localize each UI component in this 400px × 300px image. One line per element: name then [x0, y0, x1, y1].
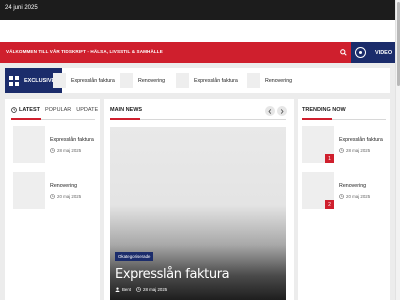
ticker-thumbnail	[120, 73, 133, 88]
trending-panel: TRENDING NOW 1 Expresslån faktura 28 maj…	[298, 99, 390, 300]
current-date: 24 juni 2025	[5, 5, 38, 11]
top-bar: 24 juni 2025	[0, 0, 395, 20]
list-item[interactable]: Expresslån faktura 28 maj 2025	[13, 126, 98, 164]
post-title[interactable]: Expresslån faktura	[339, 137, 383, 143]
chevron-left-icon	[268, 108, 272, 114]
grid-icon	[9, 75, 19, 86]
post-thumbnail[interactable]	[13, 172, 45, 209]
tab-latest[interactable]: LATEST	[19, 107, 40, 113]
hero-title[interactable]: Expresslån faktura	[115, 267, 230, 282]
main-news-panel: MAIN NEWS Okategoriserade Expresslån fak…	[104, 99, 294, 300]
trending-title: TRENDING NOW	[302, 107, 346, 113]
category-badge[interactable]: Okategoriserade	[115, 252, 154, 261]
page-scrollbar[interactable]	[395, 0, 400, 300]
post-meta: 28 maj 2025	[339, 148, 370, 153]
hero-date: 28 maj 2025	[143, 287, 168, 292]
list-item[interactable]: 2 Renovering 20 maj 2025	[302, 172, 388, 210]
post-date: 20 maj 2025	[57, 194, 82, 199]
hero-article[interactable]: Okategoriserade Expresslån faktura Bent …	[110, 127, 286, 300]
main-nav-bar: VÄLKOMMEN TILL VÅR TIDSKRIFT - HÄLSA, LI…	[0, 42, 395, 63]
welcome-link[interactable]: VÄLKOMMEN TILL VÅR TIDSKRIFT - HÄLSA, LI…	[6, 49, 163, 54]
chevron-right-icon	[280, 108, 284, 114]
play-icon	[355, 47, 366, 58]
post-meta: 20 maj 2025	[339, 194, 370, 199]
post-date: 28 maj 2025	[346, 148, 371, 153]
ticker-item-label: Expresslån faktura	[71, 77, 115, 84]
section-indicator	[302, 118, 332, 120]
post-title[interactable]: Renovering	[339, 183, 366, 189]
prev-button[interactable]	[265, 106, 275, 116]
video-button[interactable]: VIDEO	[351, 42, 395, 63]
post-meta: 20 maj 2025	[50, 194, 81, 199]
list-item[interactable]: 1 Expresslån faktura 28 maj 2025	[302, 126, 388, 164]
clock-icon	[136, 287, 141, 292]
rank-badge: 2	[325, 200, 334, 209]
active-tab-indicator	[11, 118, 41, 120]
video-label: VIDEO	[375, 49, 393, 56]
ticker-item[interactable]: Renovering	[120, 73, 165, 88]
main-news-title: MAIN NEWS	[110, 107, 143, 113]
post-date: 28 maj 2025	[57, 148, 82, 153]
post-thumbnail[interactable]	[13, 126, 45, 163]
slider-arrows	[263, 106, 287, 116]
rank-badge: 1	[325, 154, 334, 163]
ticker-item-label: Renovering	[138, 77, 166, 84]
list-item[interactable]: Renovering 20 maj 2025	[13, 172, 98, 210]
clock-icon	[339, 148, 344, 153]
next-button[interactable]	[277, 106, 287, 116]
ticker-thumbnail	[176, 73, 189, 88]
post-date: 20 maj 2025	[346, 194, 371, 199]
tabbed-posts-panel: LATEST POPULAR UPDATE Expresslån faktura…	[5, 99, 100, 300]
ticker-item-label: Expresslån faktura	[194, 77, 238, 84]
exclusive-label: EXCLUSIVE	[24, 77, 56, 84]
search-button[interactable]	[334, 42, 352, 63]
tab-popular[interactable]: POPULAR	[45, 107, 71, 113]
ticker-item-label: Renovering	[265, 77, 293, 84]
post-title[interactable]: Renovering	[50, 183, 77, 189]
post-tabs: LATEST POPULAR UPDATE	[11, 107, 103, 113]
exclusive-ticker: EXCLUSIVE Expresslån faktura Renovering …	[5, 68, 390, 93]
hero-author[interactable]: Bent	[122, 287, 131, 292]
search-icon	[339, 49, 347, 56]
ticker-item[interactable]: Renovering	[247, 73, 292, 88]
tab-update[interactable]: UPDATE	[76, 107, 98, 113]
post-title[interactable]: Expresslån faktura	[50, 137, 94, 143]
post-meta: 28 maj 2025	[50, 148, 81, 153]
hero-meta: Bent 28 maj 2025	[115, 287, 167, 292]
ticker-item[interactable]: Expresslån faktura	[53, 73, 115, 88]
section-indicator	[110, 118, 140, 120]
ticker-item[interactable]: Expresslån faktura	[176, 73, 238, 88]
clock-icon	[11, 107, 17, 113]
clock-icon	[50, 194, 55, 199]
ticker-thumbnail	[53, 73, 66, 88]
clock-icon	[50, 148, 55, 153]
user-icon	[115, 287, 120, 292]
clock-icon	[339, 194, 344, 199]
ticker-thumbnail	[247, 73, 260, 88]
header-area	[0, 20, 395, 42]
